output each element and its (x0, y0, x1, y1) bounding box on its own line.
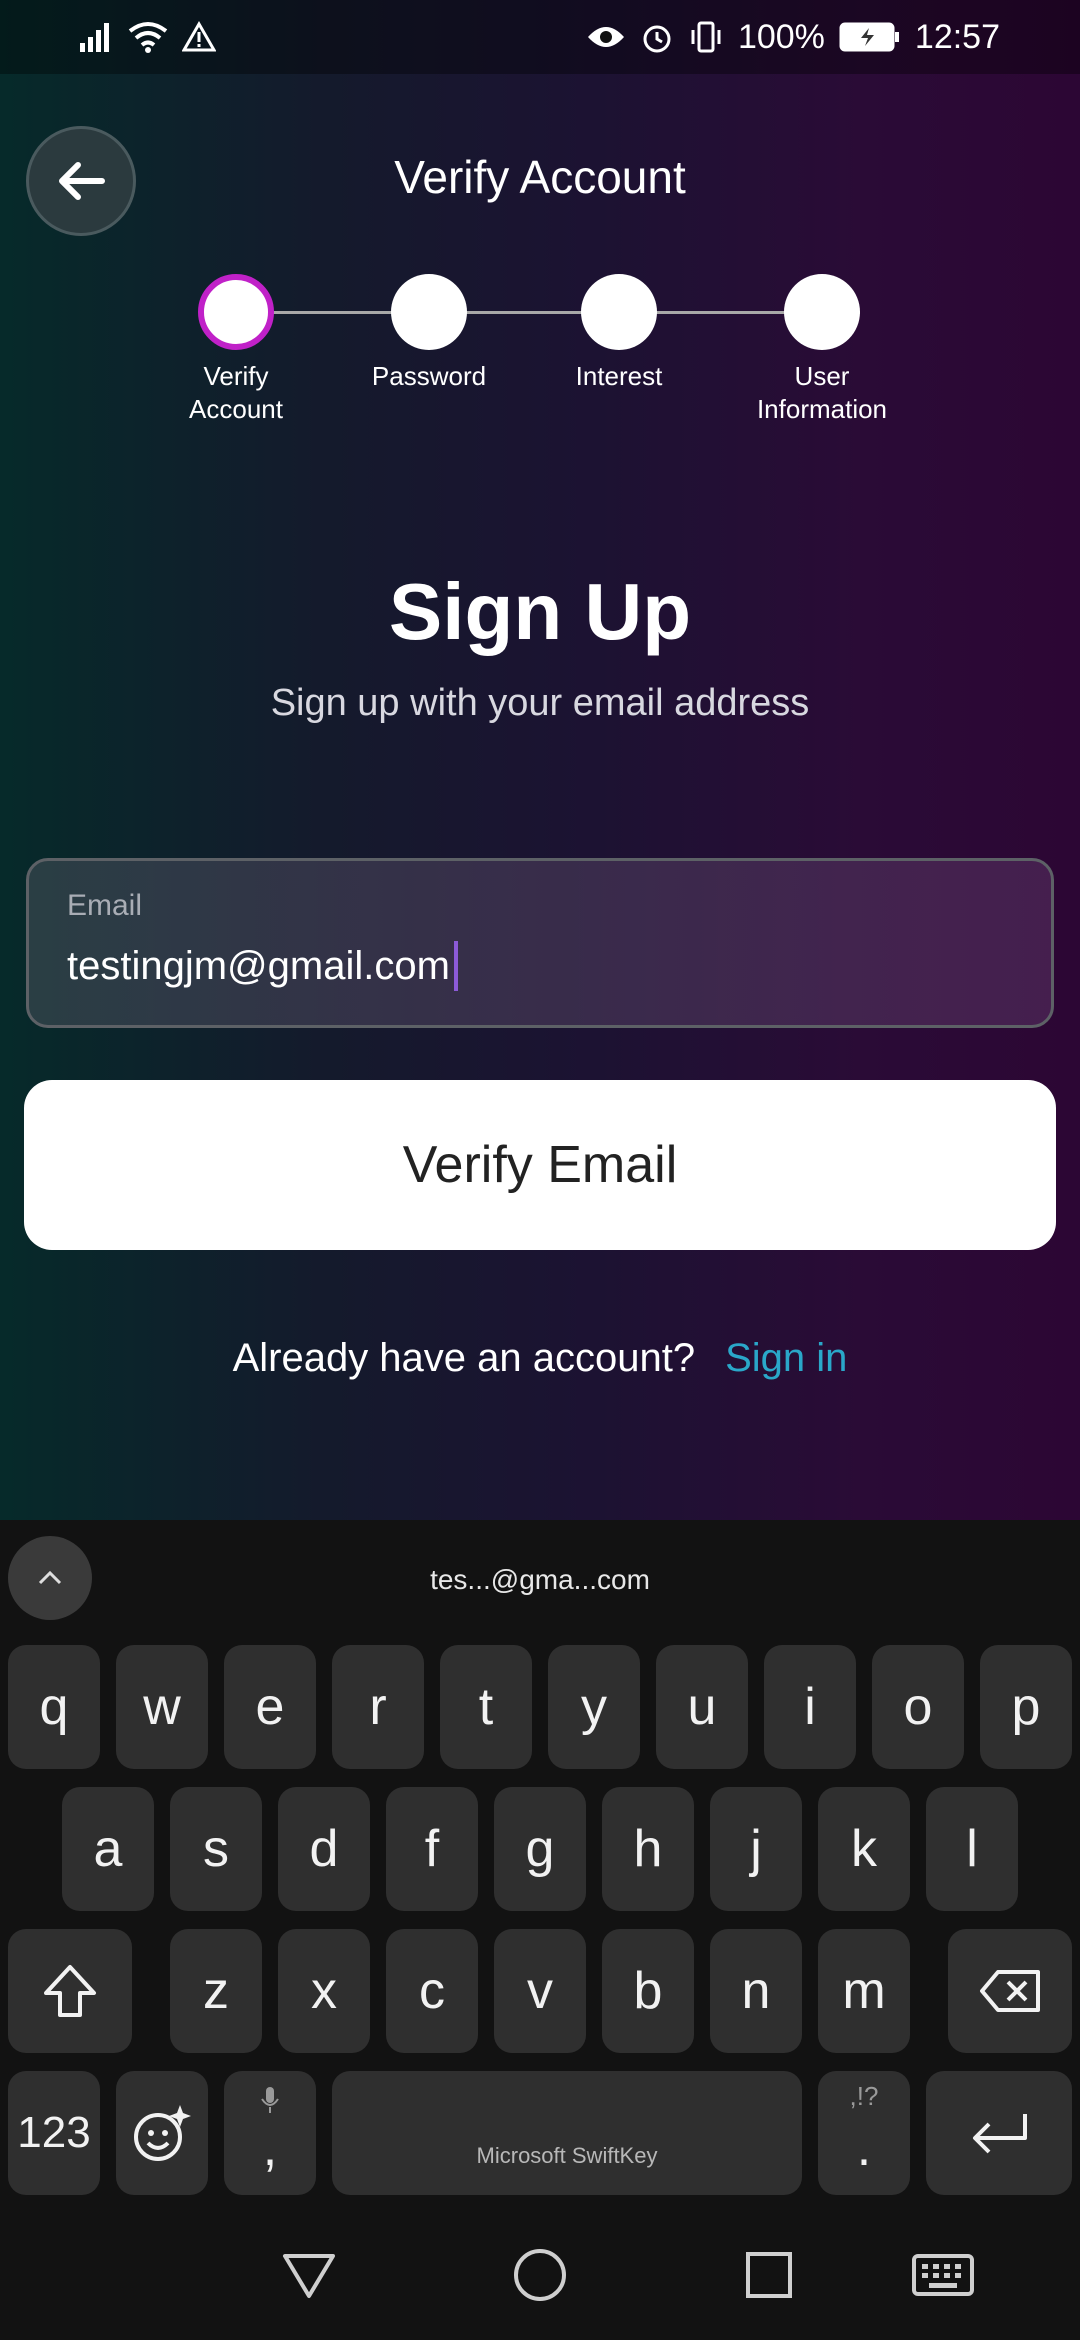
key-l[interactable]: l (926, 1787, 1018, 1911)
nav-back-button[interactable] (274, 2240, 344, 2310)
comma-key[interactable]: , (224, 2071, 316, 2195)
step-dot (784, 274, 860, 350)
key-y[interactable]: y (548, 1645, 640, 1769)
nav-home-button[interactable] (505, 2240, 575, 2310)
key-s[interactable]: s (170, 1787, 262, 1911)
period-key[interactable]: ,!? . (818, 2071, 910, 2195)
step-label: Password (371, 361, 487, 391)
warning-icon (182, 21, 216, 52)
wifi-icon (128, 22, 168, 53)
key-k[interactable]: k (818, 1787, 910, 1911)
nav-recents-button[interactable] (734, 2240, 804, 2310)
enter-icon (973, 2114, 1027, 2154)
key-a[interactable]: a (62, 1787, 154, 1911)
eye-icon (587, 27, 624, 47)
step-label: Interest (575, 361, 663, 391)
email-input[interactable]: testingjm@gmail.com (67, 941, 1013, 991)
nav-keyboard-button[interactable] (908, 2240, 978, 2310)
key-e[interactable]: e (224, 1645, 316, 1769)
signin-prompt: Already have an account? (232, 1336, 696, 1380)
battery-percent: 100% (737, 17, 825, 56)
keyboard-icon (912, 2254, 974, 2296)
alarm-icon (643, 25, 671, 53)
step-interest: Interest (519, 270, 719, 393)
key-g[interactable]: g (494, 1787, 586, 1911)
keyboard: tes...@gma...com q w e r t y u i o p a s… (0, 1520, 1080, 2200)
keyboard-suggestion[interactable]: tes...@gma...com (0, 1564, 1080, 1596)
app-screen: 100% 12:57 Verify Account Verify Account… (0, 0, 1080, 1520)
status-right: 100% 12:57 (586, 18, 1000, 57)
clock: 12:57 (914, 17, 1000, 56)
email-field[interactable]: Email testingjm@gmail.com (26, 858, 1054, 1028)
step-dot-active (198, 274, 274, 350)
period-label: . (856, 2119, 872, 2177)
key-m[interactable]: m (818, 1929, 910, 2053)
numbers-key[interactable]: 123 (8, 2071, 100, 2195)
key-z[interactable]: z (170, 1929, 262, 2053)
triangle-back-icon (283, 2254, 335, 2298)
signup-heading: Sign Up (388, 567, 692, 656)
key-n[interactable]: n (710, 1929, 802, 2053)
signup-subtitle: Sign up with your email address (270, 682, 810, 724)
comma-label: , (262, 2119, 278, 2177)
page-title: Verify Account (394, 151, 686, 203)
emoji-sparkle-icon (134, 2105, 191, 2161)
email-value: testingjm@gmail.com (67, 943, 450, 988)
key-p[interactable]: p (980, 1645, 1072, 1769)
signin-row: Already have an account? Sign in (0, 1336, 1080, 1381)
step-user-information: User Information (722, 270, 922, 426)
key-w[interactable]: w (116, 1645, 208, 1769)
status-bar: 100% 12:57 (0, 0, 1080, 74)
key-u[interactable]: u (656, 1645, 748, 1769)
step-label: Verify Account (189, 361, 283, 424)
key-q[interactable]: q (8, 1645, 100, 1769)
backspace-icon (980, 1970, 1040, 2012)
step-password: Password (329, 270, 529, 393)
key-h[interactable]: h (602, 1787, 694, 1911)
emoji-key[interactable] (116, 2071, 208, 2195)
punctuation-hint: ,!? (849, 2081, 879, 2111)
navigation-bar (0, 2200, 1080, 2340)
step-label: User Information (756, 361, 888, 424)
shift-icon (44, 1965, 96, 2017)
key-v[interactable]: v (494, 1929, 586, 2053)
backspace-key[interactable] (948, 1929, 1072, 2053)
verify-email-button[interactable]: Verify Email (24, 1080, 1056, 1250)
square-recents-icon (746, 2252, 792, 2298)
step-dot (581, 274, 657, 350)
key-d[interactable]: d (278, 1787, 370, 1911)
key-j[interactable]: j (710, 1787, 802, 1911)
shift-key[interactable] (8, 1929, 132, 2053)
email-label: Email (67, 889, 143, 922)
key-x[interactable]: x (278, 1929, 370, 2053)
key-t[interactable]: t (440, 1645, 532, 1769)
step-dot (391, 274, 467, 350)
status-left (78, 21, 216, 53)
vibrate-icon (691, 21, 721, 53)
enter-key[interactable] (926, 2071, 1072, 2195)
circle-home-icon (514, 2249, 566, 2301)
step-verify-account: Verify Account (136, 270, 336, 426)
text-caret (453, 941, 458, 991)
battery-charging-icon (839, 22, 899, 52)
key-b[interactable]: b (602, 1929, 694, 2053)
keyboard-toolbar: tes...@gma...com (0, 1520, 1080, 1640)
signin-link[interactable]: Sign in (725, 1336, 847, 1380)
key-r[interactable]: r (332, 1645, 424, 1769)
key-f[interactable]: f (386, 1787, 478, 1911)
signal-icon (80, 23, 109, 52)
progress-stepper: Verify Account Password Interest User In… (0, 270, 1080, 440)
key-o[interactable]: o (872, 1645, 964, 1769)
microphone-icon (261, 2087, 279, 2113)
key-i[interactable]: i (764, 1645, 856, 1769)
space-key[interactable]: Microsoft SwiftKey (332, 2071, 802, 2195)
key-c[interactable]: c (386, 1929, 478, 2053)
